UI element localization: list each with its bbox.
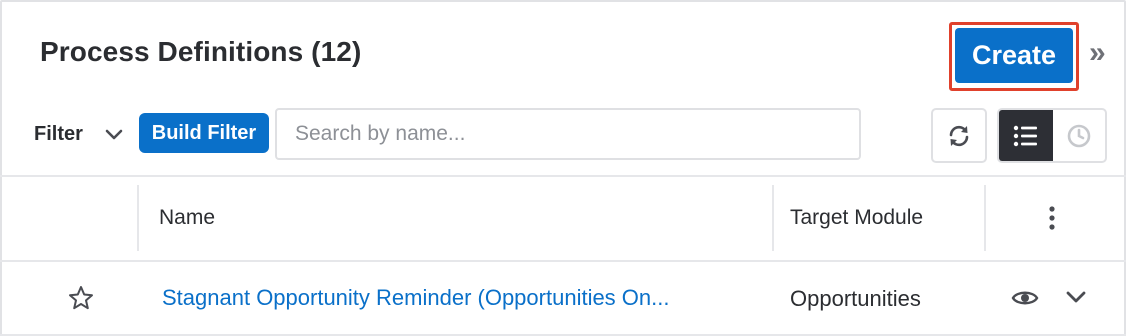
row-actions-chevron-icon[interactable] <box>1064 287 1088 307</box>
build-filter-button[interactable]: Build Filter <box>139 113 269 153</box>
column-header-target-module[interactable]: Target Module <box>790 206 923 230</box>
activity-stream-button[interactable] <box>1053 110 1105 161</box>
chevron-down-icon[interactable] <box>103 123 125 145</box>
activity-stream-icon <box>1067 124 1091 147</box>
collapse-panel-icon[interactable]: » <box>1089 38 1117 68</box>
filter-label[interactable]: Filter <box>34 123 83 146</box>
column-divider <box>137 185 139 251</box>
column-divider <box>772 185 774 251</box>
star-icon[interactable] <box>68 285 94 311</box>
column-options-icon[interactable] <box>1041 204 1063 234</box>
eye-icon[interactable] <box>1011 288 1039 308</box>
column-header-name[interactable]: Name <box>159 206 215 230</box>
refresh-button[interactable] <box>931 108 987 163</box>
list-view-icon <box>1013 125 1037 146</box>
refresh-icon <box>949 125 969 146</box>
view-toggle-group <box>997 108 1107 163</box>
create-button[interactable]: Create <box>955 28 1073 83</box>
column-divider <box>984 185 986 251</box>
table-header-border <box>0 260 1126 262</box>
target-module-value: Opportunities <box>790 286 921 311</box>
search-input[interactable] <box>275 108 861 160</box>
page-title: Process Definitions (12) <box>40 36 362 67</box>
process-definition-link[interactable]: Stagnant Opportunity Reminder (Opportuni… <box>162 285 669 311</box>
table-top-border <box>0 175 1126 177</box>
list-view-button[interactable] <box>999 110 1053 161</box>
